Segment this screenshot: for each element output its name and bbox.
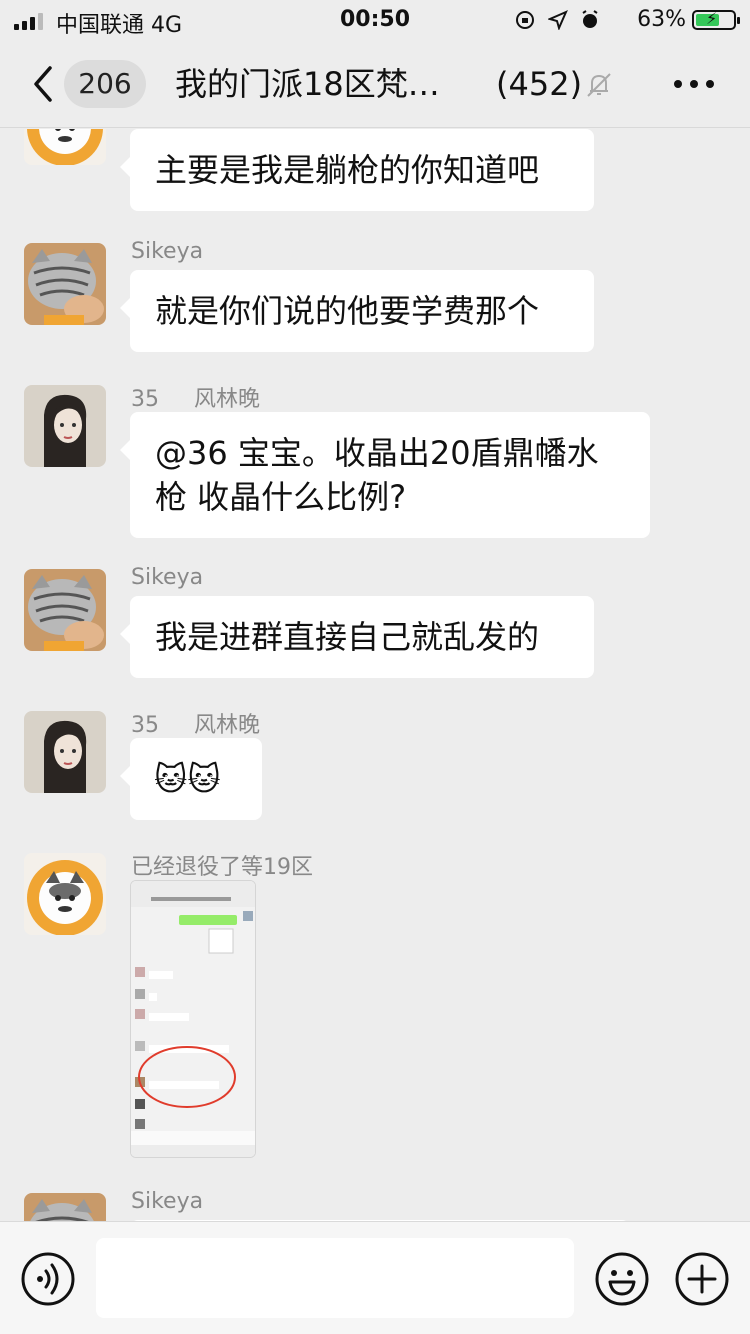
status-bar: 中国联通 4G 00:50 63% ⚡ xyxy=(0,0,750,40)
location-icon xyxy=(546,10,568,31)
cat-flower-avatar[interactable] xyxy=(24,853,106,935)
message-bubble[interactable]: @36 宝宝。收晶出20盾鼎幡水枪 收晶什么比例? xyxy=(120,412,650,538)
back-icon[interactable] xyxy=(28,62,58,106)
tabby-cat-avatar[interactable] xyxy=(24,569,106,651)
message-bubble[interactable]: 我是进群直接自己就乱发的 xyxy=(120,596,594,678)
battery-percentage: 63% xyxy=(637,7,686,32)
tabby-cat-avatar[interactable] xyxy=(24,1193,106,1221)
cat-flower-avatar[interactable] xyxy=(24,129,106,165)
sender-name: Sikeya xyxy=(131,1189,204,1214)
tabby-cat-avatar[interactable] xyxy=(24,243,106,325)
member-count: (452) xyxy=(496,65,583,103)
plus-icon[interactable] xyxy=(675,1252,729,1306)
sender-name: 35 风林晚 xyxy=(131,387,260,412)
voice-icon[interactable] xyxy=(21,1252,75,1306)
unread-count-badge[interactable]: 206 xyxy=(64,60,146,108)
girl-avatar[interactable] xyxy=(24,711,106,793)
message-list[interactable]: 主要是我是躺枪的你知道吧 Sikeya 就是你们说的他要学费那个 35 风林晚 xyxy=(0,129,750,1221)
status-icons xyxy=(515,8,600,32)
alarm-icon xyxy=(582,10,598,28)
sender-name: 35 风林晚 xyxy=(131,713,260,738)
sender-name: 已经退役了等19区 xyxy=(131,855,313,880)
sender-name: Sikeya xyxy=(131,565,204,590)
emoji-icon[interactable] xyxy=(595,1252,649,1306)
chat-header: 206 我的门派18区梵… (452) xyxy=(0,40,750,128)
chat-title: 我的门派18区梵… xyxy=(175,65,440,103)
more-icon[interactable] xyxy=(672,76,716,92)
rotation-lock-icon xyxy=(516,11,535,29)
emoji-bubble[interactable]: 🐱🐱 xyxy=(120,738,262,820)
message-bubble[interactable]: 就是你们说的他要学费那个 xyxy=(120,270,594,352)
mute-bell-icon xyxy=(587,73,611,97)
message-input[interactable] xyxy=(96,1238,574,1318)
chat-screenshot-image[interactable] xyxy=(130,880,256,1158)
charging-bolt-icon: ⚡ xyxy=(706,9,718,28)
input-bar xyxy=(0,1221,750,1334)
message-bubble[interactable]: 主要是我是躺枪的你知道吧 xyxy=(120,129,594,211)
sender-name: Sikeya xyxy=(131,239,204,264)
battery-icon: ⚡ xyxy=(692,9,740,30)
girl-avatar[interactable] xyxy=(24,385,106,467)
emoji-sticker-text: 🐱🐱 xyxy=(154,760,221,798)
